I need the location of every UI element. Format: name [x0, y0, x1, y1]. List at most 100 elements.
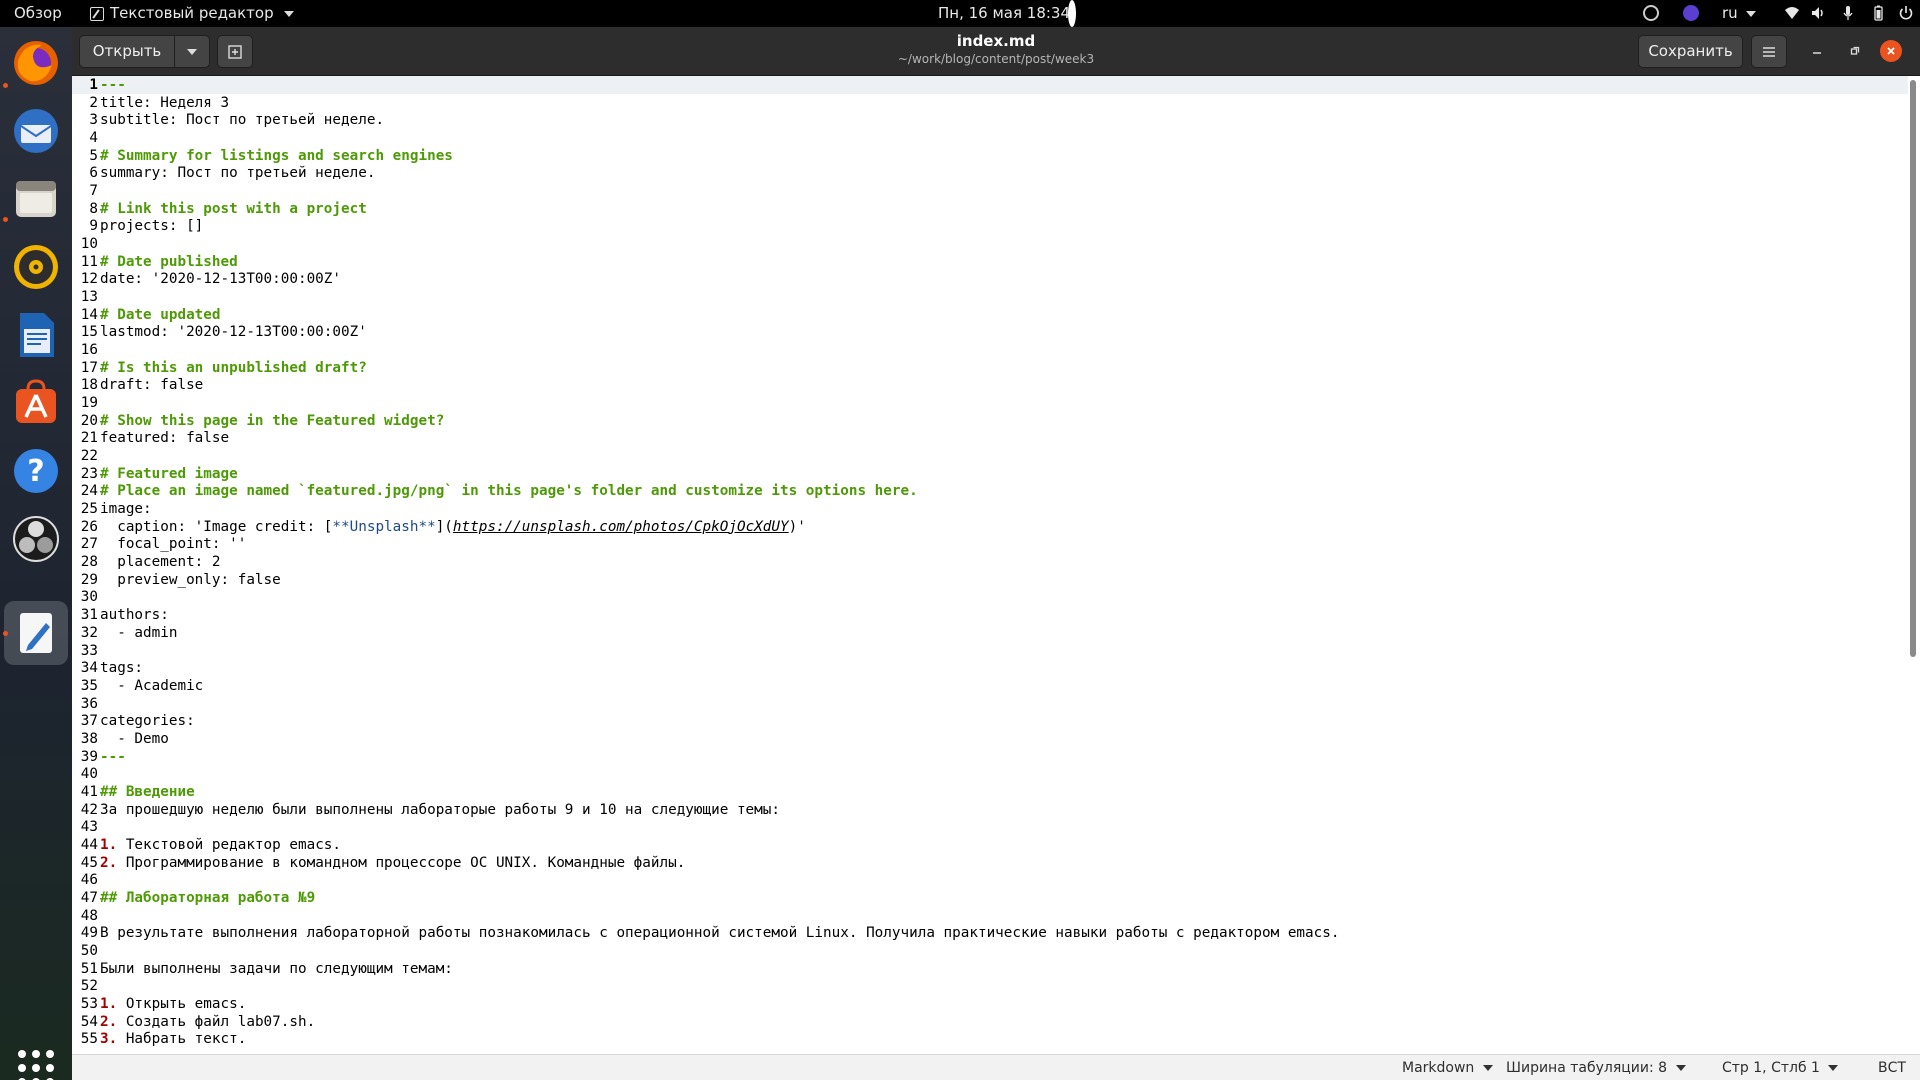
code-line[interactable]: 11 # Date published [72, 254, 1339, 272]
code-line[interactable]: 32 - admin [72, 625, 1339, 643]
code-line[interactable]: 16 [72, 342, 1339, 360]
code-line[interactable]: 2 title: Неделя 3 [72, 95, 1339, 113]
vertical-scrollbar[interactable] [1910, 80, 1916, 657]
maximize-button[interactable] [1844, 41, 1866, 63]
code-line[interactable]: 35 - Academic [72, 678, 1339, 696]
code-line[interactable]: 8 # Link this post with a project [72, 201, 1339, 219]
code-line[interactable]: 46 [72, 872, 1339, 890]
line-number: 44 [80, 836, 98, 853]
code-line[interactable]: 7 [72, 183, 1339, 201]
line-text: summary: Пост по третьей неделе. [98, 165, 375, 183]
text-editor-icon [20, 613, 52, 653]
code-token: authors: [100, 607, 169, 624]
code-line[interactable]: 4 [72, 130, 1339, 148]
code-line[interactable]: 53 1. Открыть emacs. [72, 996, 1339, 1014]
code-line[interactable]: 40 [72, 766, 1339, 784]
code-line[interactable]: 39 --- [72, 749, 1339, 767]
dock-rhythmbox[interactable] [8, 239, 64, 295]
power-icon[interactable] [1898, 5, 1914, 21]
code-line[interactable]: 9 projects: [] [72, 218, 1339, 236]
app-tray-icon[interactable] [1683, 5, 1699, 21]
code-line[interactable]: 12 date: '2020-12-13T00:00:00Z' [72, 271, 1339, 289]
code-token: Текстовой редактор emacs. [117, 836, 342, 853]
line-number: 11 [80, 253, 98, 270]
dock-firefox[interactable] [8, 35, 64, 91]
code-line[interactable]: 47 ## Лабораторная работа №9 [72, 890, 1339, 908]
save-button[interactable]: Сохранить [1638, 35, 1743, 68]
code-line[interactable]: 34 tags: [72, 660, 1339, 678]
minimize-button[interactable] [1806, 41, 1828, 63]
code-line[interactable]: 15 lastmod: '2020-12-13T00:00:00Z' [72, 324, 1339, 342]
language-selector[interactable]: Markdown [1402, 1055, 1493, 1080]
code-line[interactable]: 10 [72, 236, 1339, 254]
rhythmbox-icon [14, 245, 58, 289]
line-text: categories: [98, 713, 195, 731]
code-line[interactable]: 33 [72, 643, 1339, 661]
code-line[interactable]: 38 - Demo [72, 731, 1339, 749]
code-line[interactable]: 3 subtitle: Пост по третьей неделе. [72, 112, 1339, 130]
line-text: ## Лабораторная работа №9 [98, 890, 315, 908]
code-line[interactable]: 54 2. Создать файл lab07.sh. [72, 1014, 1339, 1032]
code-line[interactable]: 55 3. Набрать текст. [72, 1031, 1339, 1049]
text-editor-area[interactable]: 1 --- 2 title: Неделя 3 3 subtitle: Пост по т… [72, 76, 1920, 1054]
line-number: 54 [80, 1013, 98, 1030]
code-line[interactable]: 13 [72, 289, 1339, 307]
dock-software[interactable] [8, 375, 64, 431]
code-line[interactable]: 21 featured: false [72, 430, 1339, 448]
code-line[interactable]: 1 --- [72, 77, 1339, 95]
code-line[interactable]: 43 [72, 819, 1339, 837]
line-text [98, 183, 100, 201]
code-line[interactable]: 36 [72, 696, 1339, 714]
clock[interactable]: Пн, 16 мая 18:34 [938, 0, 1070, 27]
code-line[interactable]: 17 # Is this an unpublished draft? [72, 360, 1339, 378]
show-applications-button[interactable] [18, 1050, 54, 1080]
code-line[interactable]: 18 draft: false [72, 377, 1339, 395]
code-line[interactable]: 37 categories: [72, 713, 1339, 731]
code-line[interactable]: 49 В результате выполнения лабораторной р… [72, 925, 1340, 943]
keyboard-layout[interactable]: ru [1722, 0, 1757, 27]
code-line[interactable]: 24 # Place an image named `featured.jpg/p… [72, 483, 1339, 501]
code-line[interactable]: 19 [72, 395, 1339, 413]
code-line[interactable]: 28 placement: 2 [72, 554, 1339, 572]
code-line[interactable]: 45 2. Программирование в командном процес… [72, 855, 1339, 873]
code-line[interactable]: 51 Были выполнены задачи по следующим тем… [72, 961, 1339, 979]
code-line[interactable]: 42 За прошедшую неделю были выполнены лаб… [72, 802, 1339, 820]
code-line[interactable]: 26 caption: 'Image credit: [**Unsplash**… [72, 519, 1339, 537]
code-line[interactable]: 20 # Show this page in the Featured widge… [72, 413, 1339, 431]
app-menu[interactable]: Текстовый редактор [90, 0, 294, 27]
dock-help[interactable]: ? [8, 443, 64, 499]
dock-writer[interactable] [8, 307, 64, 363]
code-line[interactable]: 29 preview_only: false [72, 572, 1339, 590]
code-line[interactable]: 48 [72, 908, 1339, 926]
line-text: # Summary for listings and search engine… [98, 148, 453, 166]
dock-thunderbird[interactable] [8, 103, 64, 159]
code-token: # Date published [100, 253, 238, 270]
dock-obs[interactable] [8, 511, 64, 567]
microphone-icon[interactable] [1840, 5, 1856, 21]
activities-button[interactable]: Обзор [14, 0, 62, 27]
code-line[interactable]: 27 focal_point: '' [72, 536, 1339, 554]
code-line[interactable]: 30 [72, 589, 1339, 607]
code-line[interactable]: 6 summary: Пост по третьей неделе. [72, 165, 1339, 183]
code-line[interactable]: 52 [72, 978, 1339, 996]
hamburger-menu-button[interactable] [1751, 35, 1787, 68]
cursor-position[interactable]: Стр 1, Стлб 1 [1722, 1055, 1839, 1080]
code-line[interactable]: 14 # Date updated [72, 307, 1339, 325]
wifi-icon[interactable] [1784, 5, 1800, 21]
code-line[interactable]: 44 1. Текстовой редактор emacs. [72, 837, 1339, 855]
tab-width-selector[interactable]: Ширина табуляции: 8 [1506, 1055, 1686, 1080]
code-line[interactable]: 41 ## Введение [72, 784, 1339, 802]
code-line[interactable]: 22 [72, 448, 1339, 466]
battery-icon[interactable] [1870, 5, 1886, 21]
code-line[interactable]: 5 # Summary for listings and search engin… [72, 148, 1339, 166]
code-line[interactable]: 23 # Featured image [72, 466, 1339, 484]
line-number: 36 [80, 695, 98, 712]
code-line[interactable]: 31 authors: [72, 607, 1339, 625]
code-line[interactable]: 25 image: [72, 501, 1339, 519]
dock-text-editor[interactable] [8, 605, 64, 661]
code-line[interactable]: 50 [72, 943, 1339, 961]
dock-files[interactable] [8, 171, 64, 227]
close-button[interactable] [1880, 40, 1902, 62]
volume-icon[interactable] [1810, 5, 1826, 21]
chrome-tray-icon[interactable] [1643, 5, 1659, 21]
